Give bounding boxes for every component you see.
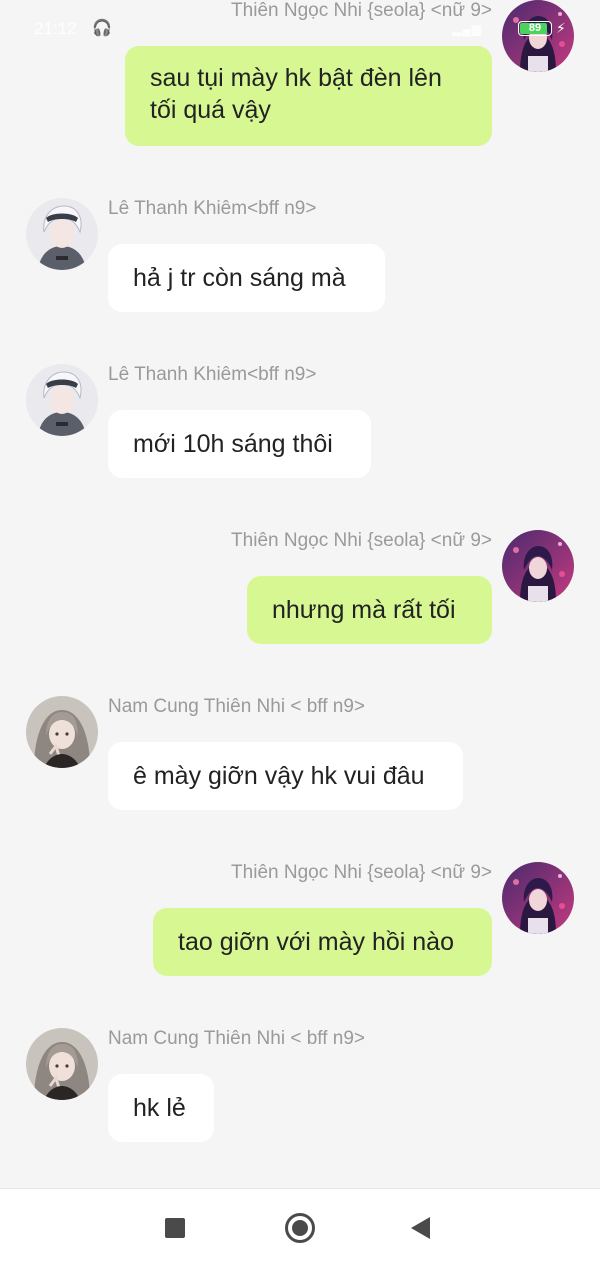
- circle-home-icon[interactable]: [285, 1213, 315, 1243]
- message-item: Thiên Ngọc Nhi {seola} <nữ 9> tao giỡn v…: [0, 862, 600, 976]
- sender-name: Nam Cung Thiên Nhi < bff n9>: [108, 696, 366, 717]
- sender-name: Lê Thanh Khiêm<bff n9>: [108, 364, 317, 385]
- message-bubble[interactable]: sau tụi mày hk bật đèn lên tối quá vậy: [125, 46, 492, 146]
- message-bubble[interactable]: hả j tr còn sáng mà: [108, 244, 385, 312]
- message-item: Thiên Ngọc Nhi {seola} <nữ 9> nhưng mà r…: [0, 530, 600, 644]
- message-item: Nam Cung Thiên Nhi < bff n9> hk lẻ: [0, 1028, 600, 1142]
- avatar-icon[interactable]: [26, 1028, 98, 1100]
- message-bubble[interactable]: nhưng mà rất tối: [247, 576, 492, 644]
- message-bubble[interactable]: hk lẻ: [108, 1074, 214, 1142]
- message-bubble[interactable]: ê mày giỡn vậy hk vui đâu: [108, 742, 463, 810]
- message-bubble[interactable]: mới 10h sáng thôi: [108, 410, 371, 478]
- sender-name: Thiên Ngọc Nhi {seola} <nữ 9>: [231, 0, 492, 21]
- avatar-icon[interactable]: [26, 364, 98, 436]
- sender-name: Thiên Ngọc Nhi {seola} <nữ 9>: [231, 530, 492, 551]
- avatar-icon[interactable]: [502, 0, 574, 72]
- sender-name: Thiên Ngọc Nhi {seola} <nữ 9>: [231, 862, 492, 883]
- avatar-icon[interactable]: [502, 862, 574, 934]
- sender-name: Lê Thanh Khiêm<bff n9>: [108, 198, 317, 219]
- sender-name: Nam Cung Thiên Nhi < bff n9>: [108, 1028, 366, 1049]
- message-item: Lê Thanh Khiêm<bff n9> hả j tr còn sáng …: [0, 198, 600, 312]
- avatar-icon[interactable]: [502, 530, 574, 602]
- navigation-bar: [0, 1188, 600, 1268]
- message-item: Thiên Ngọc Nhi {seola} <nữ 9> sau tụi mà…: [0, 0, 600, 150]
- square-recents-icon[interactable]: [165, 1218, 185, 1238]
- avatar-icon[interactable]: [26, 198, 98, 270]
- message-bubble[interactable]: tao giỡn với mày hồi nào: [153, 908, 492, 976]
- avatar-icon[interactable]: [26, 696, 98, 768]
- triangle-back-icon[interactable]: [411, 1217, 430, 1239]
- message-item: Nam Cung Thiên Nhi < bff n9> ê mày giỡn …: [0, 696, 600, 810]
- message-item: Lê Thanh Khiêm<bff n9> mới 10h sáng thôi: [0, 364, 600, 478]
